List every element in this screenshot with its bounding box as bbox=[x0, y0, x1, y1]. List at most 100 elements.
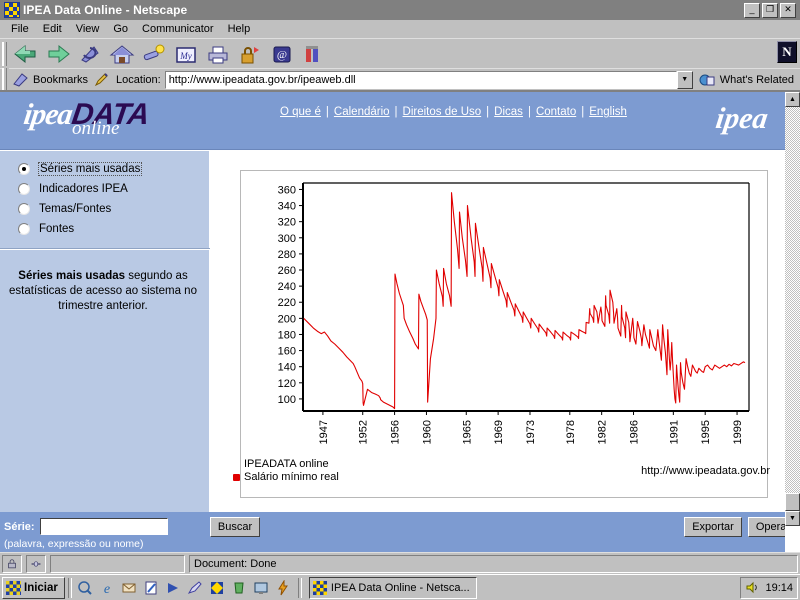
svg-text:100: 100 bbox=[278, 394, 296, 406]
taskbar-separator-2 bbox=[297, 577, 302, 598]
url-input[interactable]: http://www.ipeadata.gov.br/ipeaweb.dll bbox=[164, 70, 677, 89]
sidebar-item-temas-fontes[interactable]: Temas/Fontes bbox=[18, 199, 209, 219]
menu-edit[interactable]: Edit bbox=[36, 22, 69, 36]
taskbar-window-button[interactable]: IPEA Data Online - Netsca... bbox=[308, 576, 477, 599]
back-button[interactable] bbox=[12, 41, 40, 67]
forward-button[interactable] bbox=[44, 41, 72, 67]
print-icon bbox=[208, 46, 228, 63]
quicklaunch-recycle[interactable] bbox=[229, 578, 249, 598]
radio-icon[interactable] bbox=[18, 163, 30, 175]
svg-text:1991: 1991 bbox=[668, 420, 680, 444]
security-button[interactable] bbox=[236, 41, 264, 67]
quicklaunch-paint[interactable] bbox=[185, 578, 205, 598]
close-icon: ✕ bbox=[784, 3, 792, 14]
menu-view[interactable]: View bbox=[69, 22, 107, 36]
url-dropdown-button[interactable]: ▼ bbox=[676, 70, 693, 89]
taskbar-separator bbox=[67, 577, 72, 598]
screen: IPEA Data Online - Netscape _ ❐ ✕ File E… bbox=[0, 0, 800, 600]
sidebar-description-bold: Séries mais usadas bbox=[18, 270, 126, 282]
exportar-button[interactable]: Exportar bbox=[684, 517, 742, 537]
nav-link-o-que-e[interactable]: O que é bbox=[280, 106, 321, 118]
nav-link-contato[interactable]: Contato bbox=[536, 106, 576, 118]
serie-input[interactable] bbox=[40, 518, 168, 535]
svg-text:1986: 1986 bbox=[629, 420, 641, 444]
page-scrollbar[interactable]: ▲ ▼ bbox=[785, 92, 800, 552]
menu-help[interactable]: Help bbox=[221, 22, 258, 36]
svg-text:1999: 1999 bbox=[732, 420, 744, 444]
radio-icon[interactable] bbox=[18, 203, 30, 215]
connection-status-cell[interactable] bbox=[26, 554, 46, 573]
padlock-status-icon bbox=[8, 558, 16, 568]
quicklaunch-mail[interactable] bbox=[119, 578, 139, 598]
menu-go[interactable]: Go bbox=[106, 22, 135, 36]
restore-button[interactable]: ❐ bbox=[762, 2, 778, 18]
svg-text:280: 280 bbox=[278, 249, 296, 261]
recycle-icon bbox=[234, 582, 244, 593]
scroll-down-button[interactable]: ▼ bbox=[785, 511, 800, 526]
menu-communicator[interactable]: Communicator bbox=[135, 22, 221, 36]
buscar-button[interactable]: Buscar bbox=[210, 517, 260, 537]
legend-marker-icon bbox=[233, 474, 240, 481]
svg-text:1956: 1956 bbox=[390, 420, 402, 444]
security-status-cell[interactable] bbox=[2, 554, 22, 573]
reload-button[interactable] bbox=[76, 41, 104, 67]
netscape-badge[interactable]: N bbox=[777, 41, 797, 63]
status-text: Document: Done bbox=[189, 554, 798, 573]
bookmarks-button[interactable]: Bookmarks bbox=[12, 72, 88, 88]
my-netscape-button[interactable]: My bbox=[172, 41, 200, 67]
window-title: IPEA Data Online - Netscape bbox=[23, 3, 188, 17]
radio-icon[interactable] bbox=[18, 183, 30, 195]
quicklaunch-monitor[interactable] bbox=[251, 578, 271, 598]
sidebar-item-label: Temas/Fontes bbox=[39, 203, 112, 215]
home-button[interactable] bbox=[108, 41, 136, 67]
nav-link-calendario[interactable]: Calendário bbox=[334, 106, 390, 118]
menu-file[interactable]: File bbox=[4, 22, 36, 36]
search-button[interactable] bbox=[140, 41, 168, 67]
nav-link-english[interactable]: English bbox=[589, 106, 627, 118]
quicklaunch-netscape[interactable] bbox=[207, 578, 227, 598]
quicklaunch-media[interactable] bbox=[163, 578, 183, 598]
salario-minimo-real-chart: 100 120 140 160 180 200 220 240 260 280 300 320 340 3… bbox=[278, 182, 750, 444]
nav-separator: | bbox=[527, 106, 531, 118]
shop-button[interactable]: @ bbox=[268, 41, 296, 67]
netscape-quick-icon bbox=[210, 581, 223, 594]
start-button[interactable]: Iniciar bbox=[2, 576, 65, 599]
close-button[interactable]: ✕ bbox=[780, 2, 796, 18]
scrollbar-track[interactable] bbox=[785, 107, 800, 511]
nav-link-dicas[interactable]: Dicas bbox=[494, 106, 523, 118]
restore-icon: ❐ bbox=[765, 3, 775, 14]
quicklaunch-show-desktop[interactable] bbox=[75, 578, 95, 598]
scroll-up-button[interactable]: ▲ bbox=[785, 92, 800, 107]
toolbar-grip[interactable] bbox=[2, 41, 9, 66]
reload-icon bbox=[81, 45, 99, 63]
quicklaunch-internet-explorer[interactable]: e bbox=[97, 578, 117, 598]
svg-text:1952: 1952 bbox=[358, 420, 370, 444]
monitor-icon bbox=[254, 582, 268, 594]
sidebar-item-label: Indicadores IPEA bbox=[39, 183, 128, 195]
print-button[interactable] bbox=[204, 41, 232, 67]
quicklaunch-flash[interactable] bbox=[273, 578, 293, 598]
mail-icon bbox=[122, 583, 136, 592]
my-netscape-icon: My bbox=[176, 46, 196, 63]
sidebar-item-indicadores-ipea[interactable]: Indicadores IPEA bbox=[18, 179, 209, 199]
nav-separator: | bbox=[581, 106, 585, 118]
scrollbar-thumb[interactable] bbox=[785, 493, 800, 511]
chart-legend: IPEADATA online Salário mínimo real bbox=[233, 458, 339, 484]
svg-text:1982: 1982 bbox=[597, 420, 609, 444]
svg-text:1969: 1969 bbox=[493, 420, 505, 444]
stop-button[interactable] bbox=[300, 41, 328, 67]
whats-related-button[interactable]: What's Related bbox=[698, 72, 794, 88]
taskbar: Iniciar e IPEA Data Online - Netsca... 1… bbox=[0, 574, 800, 600]
radio-icon[interactable] bbox=[18, 223, 30, 235]
svg-text:1973: 1973 bbox=[525, 420, 537, 444]
sidebar-item-series-mais-usadas[interactable]: Séries mais usadas bbox=[18, 159, 209, 179]
minimize-button[interactable]: _ bbox=[744, 2, 760, 18]
nav-separator: | bbox=[394, 106, 398, 118]
locationbar-grip[interactable] bbox=[2, 67, 9, 92]
search-icon bbox=[143, 44, 165, 60]
nav-link-direitos-de-uso[interactable]: Direitos de Uso bbox=[403, 106, 482, 118]
volume-icon[interactable] bbox=[745, 581, 759, 594]
svg-text:320: 320 bbox=[278, 217, 296, 229]
sidebar-item-fontes[interactable]: Fontes bbox=[18, 219, 209, 239]
quicklaunch-notepad[interactable] bbox=[141, 578, 161, 598]
